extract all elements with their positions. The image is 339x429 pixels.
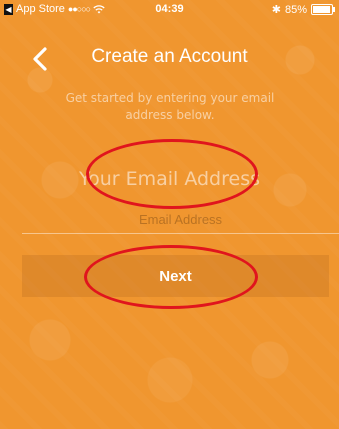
page-title: Create an Account [91, 46, 248, 67]
next-button[interactable]: Next [22, 255, 329, 297]
status-bar: ◀ App Store ●●○○○ 04:39 ✱ 85% [0, 0, 339, 20]
battery-percentage: 85% [284, 3, 307, 16]
status-right: ✱ 85% [271, 3, 335, 16]
instructions-text: Get started by entering your email addre… [65, 91, 275, 122]
battery-icon [311, 4, 335, 15]
create-account-screen: ◀ App Store ●●○○○ 04:39 ✱ 85% Create an … [0, 0, 339, 429]
email-field-heading: Your Email Address [78, 168, 261, 190]
bluetooth-icon: ✱ [271, 4, 281, 16]
email-input[interactable] [22, 206, 339, 234]
